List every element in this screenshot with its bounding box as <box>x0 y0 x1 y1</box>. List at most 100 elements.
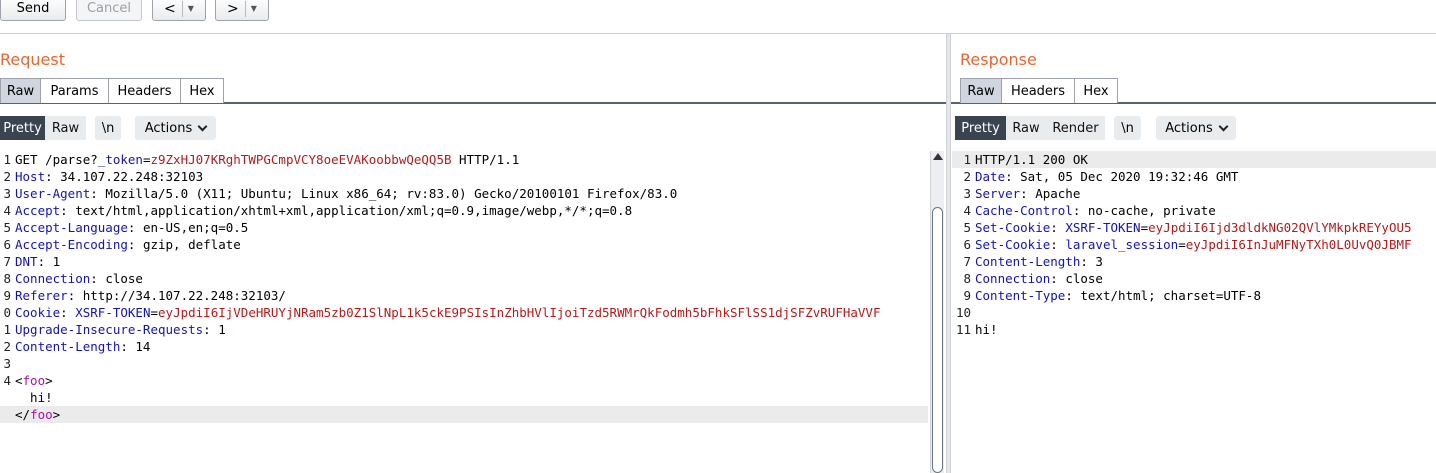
code-token: : 14 <box>120 339 151 354</box>
code-line: 3 Server: Apache <box>952 185 1436 202</box>
request-tab-raw[interactable]: Raw <box>0 78 41 103</box>
response-view-bar: Pretty Raw Render \n Actions <box>951 116 1436 140</box>
code-token: Set-Cookie <box>975 237 1051 252</box>
line-number: 7 <box>963 254 971 269</box>
code-token: : <box>1050 220 1066 235</box>
response-raw-toggle[interactable]: Raw <box>1006 116 1046 140</box>
line-number: 0 <box>3 305 11 320</box>
response-tab-headers[interactable]: Headers <box>1001 78 1075 103</box>
code-token: Content-Length <box>975 254 1081 269</box>
line-number: 6 <box>963 237 971 252</box>
code-token: Content-Type <box>975 288 1066 303</box>
code-line: 4 Accept: text/html,application/xhtml+xml… <box>0 202 928 219</box>
code-token: Cookie <box>15 305 61 320</box>
line-number: 1 <box>3 322 11 337</box>
request-tab-headers[interactable]: Headers <box>108 78 181 103</box>
code-token: = <box>1178 237 1186 252</box>
response-tab-hex[interactable]: Hex <box>1074 78 1118 103</box>
request-newline-toggle[interactable]: \n <box>95 116 121 140</box>
code-line: 7 DNT: 1 <box>0 253 928 270</box>
request-pretty-toggle[interactable]: Pretty <box>0 116 45 140</box>
code-token: Accept <box>15 203 61 218</box>
response-tab-raw[interactable]: Raw <box>960 78 1002 103</box>
code-token: XSRF-TOKEN <box>1065 220 1141 235</box>
line-number: 1 <box>3 152 11 167</box>
code-token: : no-cache, private <box>1072 203 1216 218</box>
chevron-down-icon <box>1218 121 1229 131</box>
code-token: : <box>1050 237 1066 252</box>
code-token: : 3 <box>1080 254 1103 269</box>
code-line: hi! <box>0 389 928 406</box>
code-line: 7 Content-Length: 3 <box>952 253 1436 270</box>
line-number: 4 <box>3 373 11 388</box>
code-token: : Sat, 05 Dec 2020 19:32:46 GMT <box>1005 169 1239 184</box>
line-number: 5 <box>3 220 11 235</box>
code-token: eyJpdiI6IjVDeHRUYjNRam5zb0Z1SlNpL1k5ckE9… <box>158 305 881 320</box>
cancel-button[interactable]: Cancel <box>76 0 142 21</box>
code-token: Date <box>975 169 1006 184</box>
code-token: : http://34.107.22.248:32103/ <box>67 288 286 303</box>
line-number: 8 <box>3 271 11 286</box>
request-tab-hex[interactable]: Hex <box>180 78 224 103</box>
back-button[interactable]: < ▼ <box>152 0 206 21</box>
code-line: 6 Accept-Encoding: gzip, deflate <box>0 236 928 253</box>
code-token: foo <box>30 407 53 422</box>
code-token: _token <box>97 152 143 167</box>
code-line: 8 Connection: close <box>952 270 1436 287</box>
code-token: foo <box>22 373 46 388</box>
request-editor[interactable]: 1 GET /parse?_token = z9ZxHJ07KRghTWPGCmpVC… <box>0 151 928 473</box>
forward-arrow-icon: > <box>227 0 246 17</box>
code-line: 3 User-Agent: Mozilla/5.0 (X11; Ubuntu; L… <box>0 185 928 202</box>
request-actions-menu[interactable]: Actions <box>135 116 216 140</box>
line-number: 11 <box>955 322 971 337</box>
code-token: Connection <box>975 271 1051 286</box>
code-token: < <box>15 373 23 388</box>
code-line: 5 Set-Cookie: XSRF-TOKEN=eyJpdiI6Ijd3dldk… <box>952 219 1436 236</box>
code-line: 6 Set-Cookie: laravel_session=eyJpdiI6InJ… <box>952 236 1436 253</box>
code-token: hi! <box>15 390 53 405</box>
line-number: 1 <box>963 152 971 167</box>
line-number: 4 <box>963 203 971 218</box>
back-dropdown-icon[interactable]: ▼ <box>188 4 194 13</box>
code-token: Server <box>975 186 1021 201</box>
line-number: 9 <box>3 288 11 303</box>
code-line: 8 Connection: close <box>0 270 928 287</box>
code-line: </foo> <box>0 406 928 423</box>
line-number: 7 <box>3 254 11 269</box>
request-raw-toggle[interactable]: Raw <box>45 116 86 140</box>
response-newline-toggle[interactable]: \n <box>1114 116 1141 140</box>
response-actions-menu[interactable]: Actions <box>1156 116 1236 140</box>
code-token: HTTP/1.1 <box>451 152 520 167</box>
code-line: 2 Date: Sat, 05 Dec 2020 19:32:46 GMT <box>952 168 1436 185</box>
response-render-toggle[interactable]: Render <box>1046 116 1105 140</box>
code-token: : en-US,en;q=0.5 <box>127 220 249 235</box>
request-scrollbar[interactable] <box>930 151 944 473</box>
code-token: z9ZxHJ07KRghTWPGCmpVCY8oeEVAKoobbwQeQQ5B <box>150 152 452 167</box>
response-pretty-toggle[interactable]: Pretty <box>955 116 1006 140</box>
code-line: 1 GET /parse?_token=z9ZxHJ07KRghTWPGCmpVC… <box>0 151 928 168</box>
code-token: : close <box>1050 271 1103 286</box>
code-line: 3 <box>0 355 928 372</box>
code-token: : Mozilla/5.0 (X11; Ubuntu; Linux x86_64… <box>90 186 678 201</box>
scroll-up-arrow-icon[interactable] <box>933 153 943 160</box>
request-scrollbar-thumb[interactable] <box>932 207 943 473</box>
code-line: 4 <foo> <box>0 372 928 389</box>
line-number: 2 <box>3 169 11 184</box>
send-button[interactable]: Send <box>0 0 66 21</box>
code-token: : 1 <box>203 322 226 337</box>
code-token: XSRF-TOKEN <box>75 305 151 320</box>
response-editor[interactable]: 1 HTTP/1.1 200 OK 2 Date: Sat, 05 Dec 2020 … <box>952 151 1436 473</box>
code-line: 9 Referer: http://34.107.22.248:32103/ <box>0 287 928 304</box>
code-line: 1 HTTP/1.1 200 OK <box>952 151 1436 168</box>
forward-dropdown-icon[interactable]: ▼ <box>251 4 257 13</box>
code-token: : 34.107.22.248:32103 <box>45 169 204 184</box>
line-number: 4 <box>3 203 11 218</box>
code-token: : <box>60 305 76 320</box>
code-token: : 1 <box>37 254 61 269</box>
line-number: 8 <box>963 271 971 286</box>
code-token: > <box>52 407 61 422</box>
code-token: Accept-Language <box>15 220 128 235</box>
forward-button[interactable]: > ▼ <box>215 0 269 21</box>
request-tab-params[interactable]: Params <box>40 78 109 103</box>
request-tab-bar: Raw Params Headers Hex <box>0 78 946 104</box>
